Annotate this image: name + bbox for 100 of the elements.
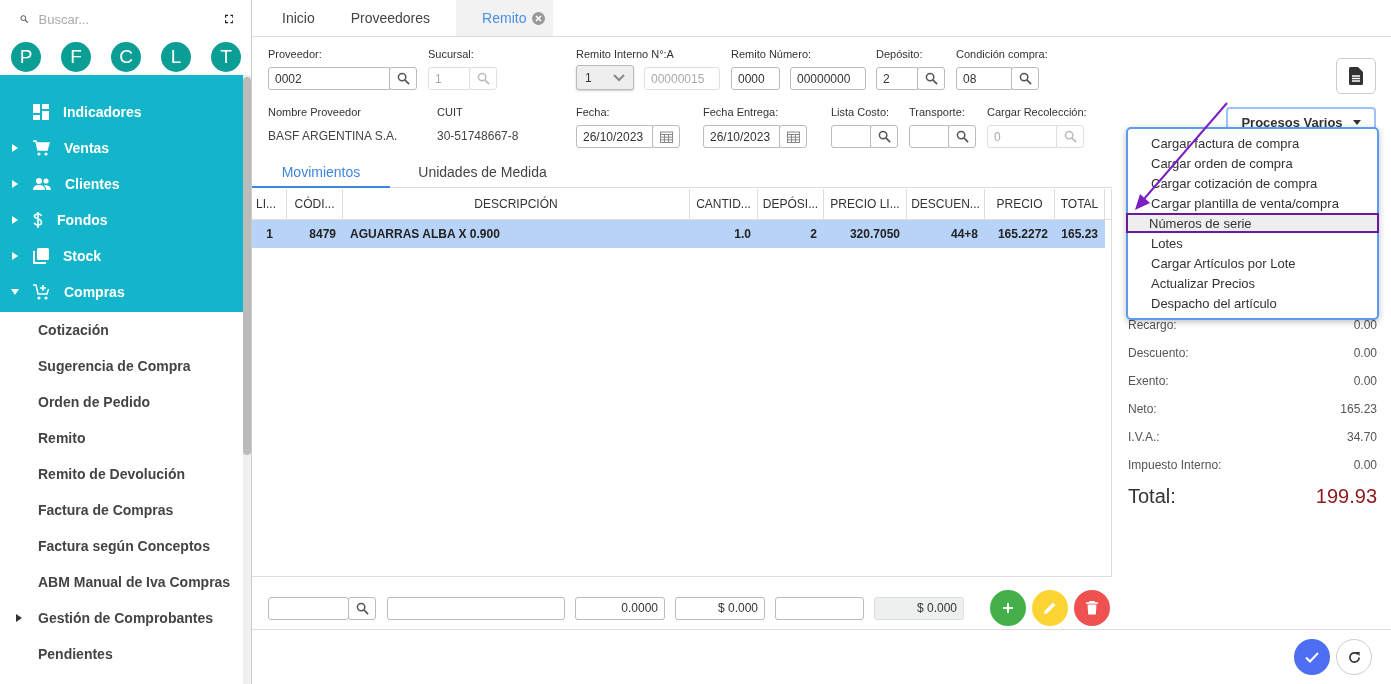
add-button[interactable] (990, 590, 1026, 626)
fullscreen-icon[interactable] (224, 12, 233, 26)
number-field[interactable]: 00000000 (790, 67, 866, 90)
search-field[interactable]: Buscar... (36, 10, 217, 28)
number-field: 00000015 (644, 67, 720, 90)
cart-icon (33, 140, 50, 156)
search-icon (476, 72, 490, 85)
search-button[interactable] (948, 125, 976, 148)
field-value: 30-51748667-8 (437, 128, 520, 143)
table-cell-text: 2 (809, 226, 818, 243)
field-value: BASF ARGENTINA S.A. (268, 128, 399, 143)
lookup-field[interactable] (831, 125, 871, 148)
lookup-field[interactable]: 2 (876, 67, 918, 90)
search-button[interactable] (1011, 67, 1039, 90)
calendar-icon (786, 130, 800, 143)
tab[interactable]: Movimientos (252, 164, 390, 188)
submenu-item[interactable]: Gestión de Comprobantes (0, 600, 243, 636)
check-icon (1305, 651, 1319, 663)
field-label: Sucursal: (428, 47, 475, 61)
submenu-item[interactable]: Pendientes (0, 636, 243, 672)
table-cell-text: 44+8 (949, 226, 979, 243)
summary-value: 0.00 (1353, 374, 1377, 388)
submenu-item[interactable]: ABM Manual de Iva Compras (0, 564, 243, 600)
table-cell-text: AGUARRAS ALBA X 0.900 (349, 226, 501, 243)
column-header[interactable]: TOTAL (1055, 189, 1105, 219)
column-header[interactable]: PRECIO (985, 189, 1055, 219)
entry-field[interactable] (775, 596, 864, 620)
column-header[interactable]: LI... (252, 189, 287, 219)
calendar-button[interactable] (779, 125, 807, 148)
summary-value: 0.00 (1353, 318, 1377, 332)
submenu-item[interactable]: Remito (0, 420, 243, 456)
table-cell-text: 1 (265, 226, 274, 243)
caret-down-icon (1352, 120, 1361, 125)
tab[interactable]: Unidades de Medida (390, 164, 575, 187)
summary-label: Recargo: (1128, 318, 1177, 332)
field-label: Nombre Proveedor (268, 105, 362, 119)
cart-plus-icon (33, 284, 50, 300)
document-button[interactable] (1336, 58, 1376, 94)
entry-field[interactable] (387, 596, 565, 620)
column-header[interactable]: PRECIO LI... (824, 189, 907, 219)
submenu-item[interactable]: Cotización (0, 312, 243, 348)
lookup-field[interactable] (909, 125, 949, 148)
refresh-button[interactable] (1336, 639, 1372, 675)
delete-button[interactable] (1074, 590, 1110, 626)
search-icon (20, 12, 29, 26)
tab[interactable]: Proveedores (332, 0, 449, 36)
confirm-button[interactable] (1294, 639, 1330, 675)
search-icon (877, 130, 891, 143)
submenu-item[interactable]: Sugerencia de Compra (0, 348, 243, 384)
menu-item[interactable]: Cargar Artículos por Lote (1128, 253, 1377, 273)
trash-icon (1086, 601, 1098, 615)
calendar-button[interactable] (652, 125, 680, 148)
submenu-item[interactable]: Remito de Devolución (0, 456, 243, 492)
number-field[interactable]: 0000 (731, 67, 780, 90)
search-button[interactable] (870, 125, 898, 148)
tab[interactable]: Inicio (264, 0, 333, 36)
search-button[interactable] (348, 596, 376, 620)
search-icon (355, 601, 369, 615)
menu-item[interactable]: Lotes (1128, 233, 1377, 253)
summary-label: Neto: (1128, 402, 1157, 416)
table-cell-text: 8479 (308, 226, 337, 243)
scrollbar[interactable] (243, 75, 251, 684)
submenu-item[interactable]: Factura de Compras (0, 492, 243, 528)
stack-icon (33, 248, 49, 264)
people-icon (33, 178, 51, 190)
submenu-item[interactable]: Orden de Pedido (0, 384, 243, 420)
search-icon (1018, 72, 1032, 85)
table-row[interactable]: 1 8479 AGUARRAS ALBA X 0.900 1.0 2 320.7050 44+8 165.2272 165.23 (252, 220, 1105, 248)
lookup-field[interactable]: 0002 (268, 67, 390, 90)
column-header[interactable]: CÓDI... (287, 189, 343, 219)
date-field[interactable]: 26/10/2023 (703, 125, 780, 148)
column-header[interactable]: DESCUEN... (907, 189, 985, 219)
search-button[interactable] (389, 67, 417, 90)
caret-right-icon (16, 614, 22, 622)
total-field: $ 0.000 (874, 596, 964, 620)
close-icon[interactable] (532, 11, 546, 25)
total-label: Total: (1128, 484, 1176, 508)
field-label: Condición compra: (956, 47, 1049, 61)
lookup-field[interactable]: 08 (956, 67, 1012, 90)
column-header[interactable]: DESCRIPCIÓN (343, 189, 690, 219)
menu-item[interactable]: Números de serie (1126, 213, 1379, 233)
search-button[interactable] (917, 67, 945, 90)
field-label: Fecha Entrega: (703, 105, 780, 119)
table-cell-text: 165.23 (1060, 226, 1099, 243)
column-header[interactable]: DEPÓSI... (758, 189, 824, 219)
summary-label: Descuento: (1128, 346, 1189, 360)
entry-field[interactable]: 0.0000 (575, 596, 665, 620)
entry-field[interactable] (268, 596, 349, 620)
field-label: CUIT (437, 105, 464, 119)
search-icon (955, 130, 969, 143)
submenu-item[interactable]: Factura según Conceptos (0, 528, 243, 564)
document-icon (1349, 67, 1363, 85)
date-field[interactable]: 26/10/2023 (576, 125, 653, 148)
menu-item[interactable]: Actualizar Precios (1128, 273, 1377, 293)
number-select[interactable]: 1 (576, 65, 634, 90)
menu-item[interactable]: Despacho del artículo (1128, 293, 1377, 313)
column-header[interactable]: CANTID... (690, 189, 758, 219)
entry-field[interactable]: $ 0.000 (675, 596, 765, 620)
menu-item[interactable]: Cargar plantilla de venta/compra (1128, 193, 1377, 213)
field-label: Remito Interno N°:A (576, 47, 675, 61)
